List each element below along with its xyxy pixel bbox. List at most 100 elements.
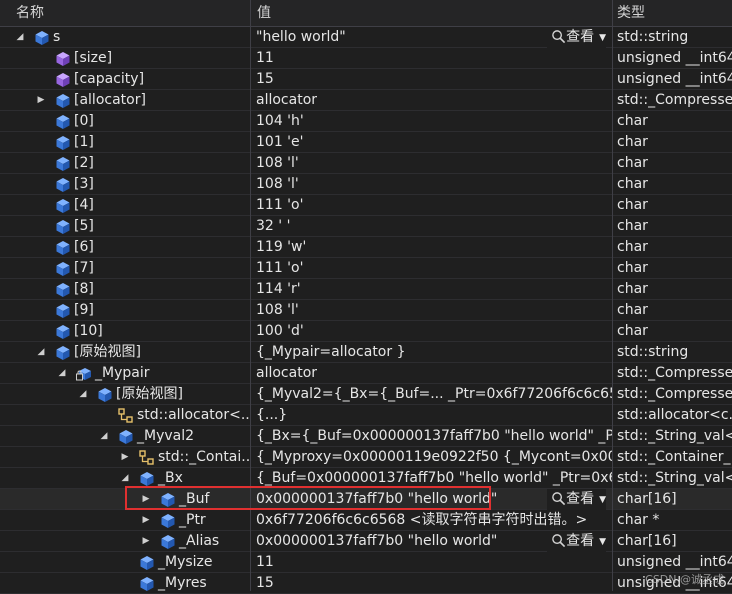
value-cell[interactable]: 11 [251,48,612,69]
watch-row[interactable]: [4] 111 'o' char [0,195,732,216]
name-cell[interactable]: std::allocator<... [0,405,250,426]
value-cell[interactable]: 0x000000137faff7b0 "hello world" 查看 ▼ [251,489,612,510]
name-cell[interactable]: [2] [0,153,250,174]
value-cell[interactable]: 108 'l' [251,153,612,174]
value-cell[interactable]: {_Myval2={_Bx={_Buf=... _Ptr=0x6f77206f6… [251,384,612,405]
name-cell[interactable]: ◢ [原始视图] [0,384,250,405]
name-cell[interactable]: [3] [0,174,250,195]
name-cell[interactable]: ▶ _Alias [0,531,250,552]
name-cell[interactable]: ◢ _Myval2 [0,426,250,447]
value-cell[interactable]: 32 ' ' [251,216,612,237]
column-header-type[interactable]: 类型 [613,0,732,26]
name-cell[interactable]: ▶ [allocator] [0,90,250,111]
watch-row[interactable]: ◢ [原始视图] {_Mypair=allocator } std::string [0,342,732,363]
watch-row[interactable]: [6] 119 'w' char [0,237,732,258]
name-cell[interactable]: [4] [0,195,250,216]
name-cell[interactable]: [6] [0,237,250,258]
value-cell[interactable]: {_Buf=0x000000137faff7b0 "hello world" _… [251,468,612,489]
text-visualizer-button[interactable]: 查看 ▼ [547,27,606,48]
name-cell[interactable]: [5] [0,216,250,237]
watch-row[interactable]: std::allocator<... {...} std::allocator<c.… [0,405,732,426]
value-cell[interactable]: 108 'l' [251,174,612,195]
value-cell[interactable]: {_Myproxy=0x00000119e0922f50 {_Mycont=0x… [251,447,612,468]
name-cell[interactable]: [capacity] [0,69,250,90]
text-visualizer-button[interactable]: 查看 ▼ [547,489,606,510]
name-cell[interactable]: ◢ [原始视图] [0,342,250,363]
name-cell[interactable]: [7] [0,258,250,279]
value-cell[interactable]: 108 'l' [251,300,612,321]
value-cell[interactable]: 111 'o' [251,258,612,279]
expand-arrow-icon[interactable]: ▶ [140,531,152,552]
watch-row[interactable]: [0] 104 'h' char [0,111,732,132]
watch-row[interactable]: [8] 114 'r' char [0,279,732,300]
dropdown-caret-icon[interactable]: ▼ [599,33,606,43]
name-cell[interactable]: ▶ _Buf [0,489,250,510]
watch-row[interactable]: [1] 101 'e' char [0,132,732,153]
watch-row[interactable]: ▶ _Ptr 0x6f77206f6c6c6568 <读取字符串字符时出错。> cha… [0,510,732,531]
value-cell[interactable]: "hello world" 查看 ▼ [251,27,612,48]
watch-row[interactable]: ◢ _Bx {_Buf=0x000000137faff7b0 "hello worl… [0,468,732,489]
name-cell[interactable]: [10] [0,321,250,342]
name-cell[interactable]: [0] [0,111,250,132]
collapse-arrow-icon[interactable]: ◢ [77,384,89,405]
collapse-arrow-icon[interactable]: ◢ [35,342,47,363]
watch-row[interactable]: [2] 108 'l' char [0,153,732,174]
value-cell[interactable]: {_Bx={_Buf=0x000000137faff7b0 "hello wor… [251,426,612,447]
name-cell[interactable]: ▶ std::_Contai... [0,447,250,468]
watch-row[interactable]: [7] 111 'o' char [0,258,732,279]
column-header-name[interactable]: 名称 [0,0,250,26]
value-cell[interactable]: 0x000000137faff7b0 "hello world" 查看 ▼ [251,531,612,552]
value-cell[interactable]: allocator [251,90,612,111]
watch-row[interactable]: [5] 32 ' ' char [0,216,732,237]
watch-row[interactable]: [size] 11 unsigned __int64 [0,48,732,69]
name-cell[interactable]: ▶ _Ptr [0,510,250,531]
value-cell[interactable]: 119 'w' [251,237,612,258]
watch-row[interactable]: ▶ std::_Contai... {_Myproxy=0x00000119e092… [0,447,732,468]
column-divider[interactable] [250,0,251,591]
column-divider[interactable] [612,0,613,591]
value-cell[interactable]: 11 [251,552,612,573]
watch-row[interactable]: [9] 108 'l' char [0,300,732,321]
name-cell[interactable]: ◢ _Bx [0,468,250,489]
value-cell[interactable]: 114 'r' [251,279,612,300]
expand-arrow-icon[interactable]: ▶ [35,90,47,111]
expand-arrow-icon[interactable]: ▶ [140,489,152,510]
name-cell[interactable]: ◢ s [0,27,250,48]
watch-row[interactable]: _Mysize 11 unsigned __int64 [0,552,732,573]
value-cell[interactable]: 101 'e' [251,132,612,153]
text-visualizer-button[interactable]: 查看 ▼ [547,531,606,552]
watch-row[interactable]: ◢ [原始视图] {_Myval2={_Bx={_Buf=... _Ptr=0x6f… [0,384,732,405]
value-cell[interactable]: {_Mypair=allocator } [251,342,612,363]
collapse-arrow-icon[interactable]: ◢ [98,426,110,447]
value-cell[interactable]: {...} [251,405,612,426]
watch-row[interactable]: ▶ [allocator] allocator std::_Compresse... [0,90,732,111]
name-cell[interactable]: [size] [0,48,250,69]
collapse-arrow-icon[interactable]: ◢ [119,468,131,489]
collapse-arrow-icon[interactable]: ◢ [56,363,68,384]
value-cell[interactable]: allocator [251,363,612,384]
watch-row[interactable]: ▶ _Alias 0x000000137faff7b0 "hello world" 查… [0,531,732,552]
name-cell[interactable]: [9] [0,300,250,321]
collapse-arrow-icon[interactable]: ◢ [14,27,26,48]
watch-row[interactable]: [3] 108 'l' char [0,174,732,195]
watch-row[interactable]: [10] 100 'd' char [0,321,732,342]
value-cell[interactable]: 15 [251,69,612,90]
value-cell[interactable]: 100 'd' [251,321,612,342]
name-cell[interactable]: ◢ _Mypair [0,363,250,384]
expand-arrow-icon[interactable]: ▶ [119,447,131,468]
name-cell[interactable]: [8] [0,279,250,300]
expand-arrow-icon[interactable]: ▶ [140,510,152,531]
value-cell[interactable]: 0x6f77206f6c6c6568 <读取字符串字符时出错。> [251,510,612,531]
column-header-value[interactable]: 值 [251,0,612,26]
dropdown-caret-icon[interactable]: ▼ [599,537,606,547]
value-cell[interactable]: 111 'o' [251,195,612,216]
dropdown-caret-icon[interactable]: ▼ [599,495,606,505]
name-cell[interactable]: _Mysize [0,552,250,573]
value-cell[interactable]: 104 'h' [251,111,612,132]
watch-row[interactable]: ◢ _Myval2 {_Bx={_Buf=0x000000137faff7b0 "h… [0,426,732,447]
watch-row[interactable]: ◢ _Mypair allocator std::_Compresse... [0,363,732,384]
watch-row[interactable]: ◢ s "hello world" 查看 ▼ std::string [0,27,732,48]
watch-row[interactable]: [capacity] 15 unsigned __int64 [0,69,732,90]
watch-row[interactable]: ▶ _Buf 0x000000137faff7b0 "hello world" 查看 ▼… [0,489,732,510]
name-cell[interactable]: [1] [0,132,250,153]
